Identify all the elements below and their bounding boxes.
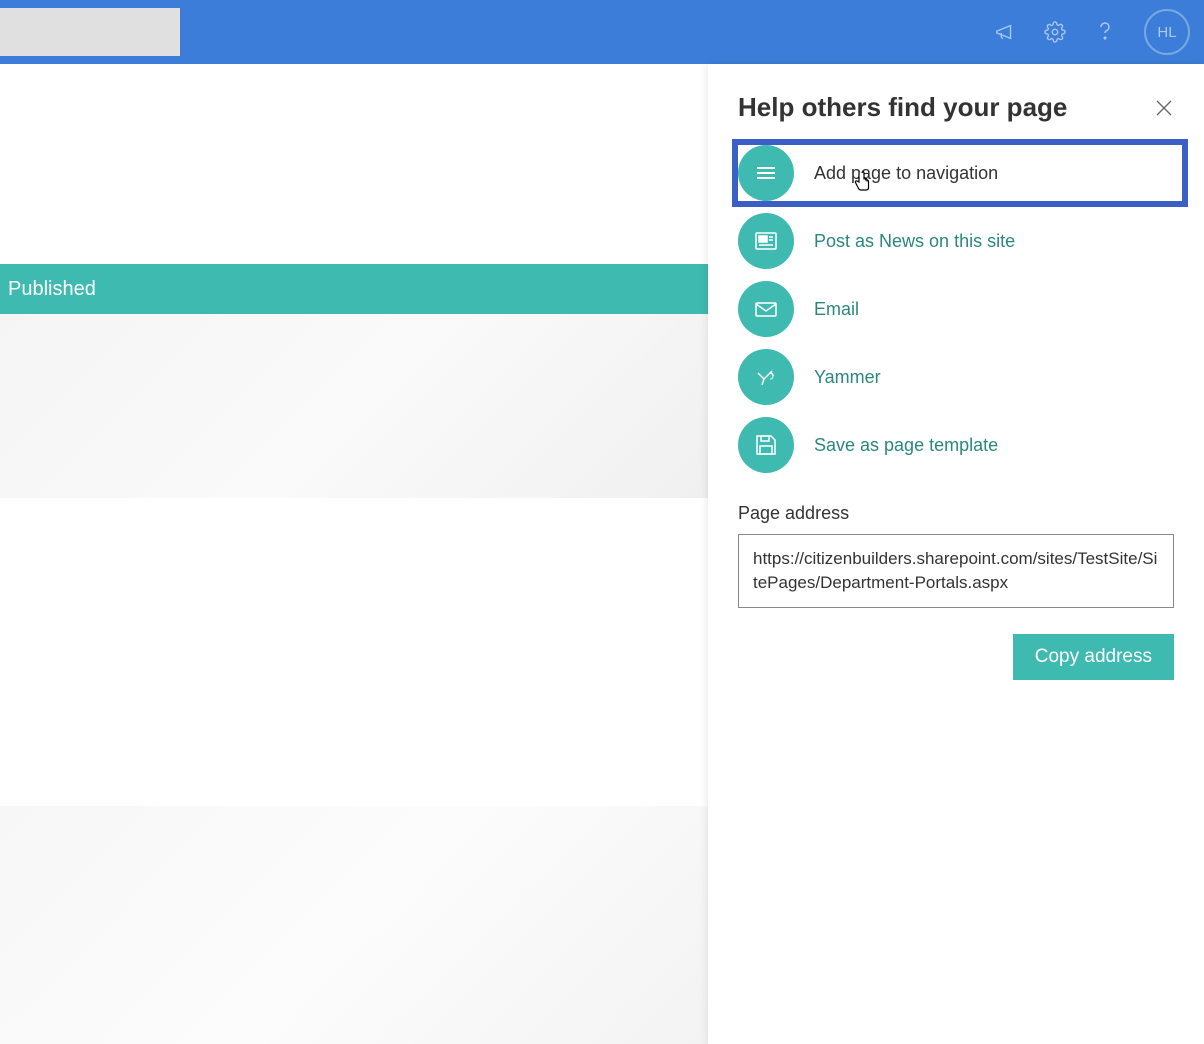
avatar-initials: HL [1157, 24, 1176, 41]
option-list: Add page to navigation Post as News on t… [738, 139, 1174, 479]
option-label: Email [814, 299, 859, 320]
option-save-as-template[interactable]: Save as page template [738, 411, 1174, 479]
page-address-label: Page address [738, 503, 1174, 524]
mail-icon [738, 281, 794, 337]
panel-title: Help others find your page [738, 92, 1067, 123]
search-box[interactable] [0, 8, 180, 56]
help-icon[interactable] [1094, 21, 1116, 43]
hamburger-icon [738, 145, 794, 201]
yammer-icon [738, 349, 794, 405]
background-band-2 [0, 806, 708, 1044]
option-post-as-news[interactable]: Post as News on this site [738, 207, 1174, 275]
page-address-value[interactable]: https://citizenbuilders.sharepoint.com/s… [738, 534, 1174, 608]
option-email[interactable]: Email [738, 275, 1174, 343]
option-label: Add page to navigation [814, 163, 998, 184]
avatar[interactable]: HL [1144, 9, 1190, 55]
status-text: Published [8, 278, 96, 301]
background-band-1 [0, 314, 708, 498]
gear-icon[interactable] [1044, 21, 1066, 43]
copy-button-wrap: Copy address [738, 634, 1174, 680]
news-icon [738, 213, 794, 269]
megaphone-icon[interactable] [994, 21, 1016, 43]
close-button[interactable] [1154, 98, 1174, 118]
status-banner: Published [0, 264, 708, 314]
copy-address-button[interactable]: Copy address [1013, 634, 1174, 680]
close-icon [1155, 99, 1173, 117]
top-bar: HL [0, 0, 1204, 64]
save-icon [738, 417, 794, 473]
page-address-section: Page address https://citizenbuilders.sha… [738, 503, 1174, 680]
option-yammer[interactable]: Yammer [738, 343, 1174, 411]
panel-header: Help others find your page [738, 92, 1174, 123]
option-label: Yammer [814, 367, 881, 388]
option-add-to-navigation[interactable]: Add page to navigation [732, 139, 1188, 207]
option-label: Save as page template [814, 435, 998, 456]
top-actions: HL [994, 9, 1190, 55]
promote-panel: Help others find your page Add page to n… [708, 64, 1204, 1044]
option-label: Post as News on this site [814, 231, 1015, 252]
